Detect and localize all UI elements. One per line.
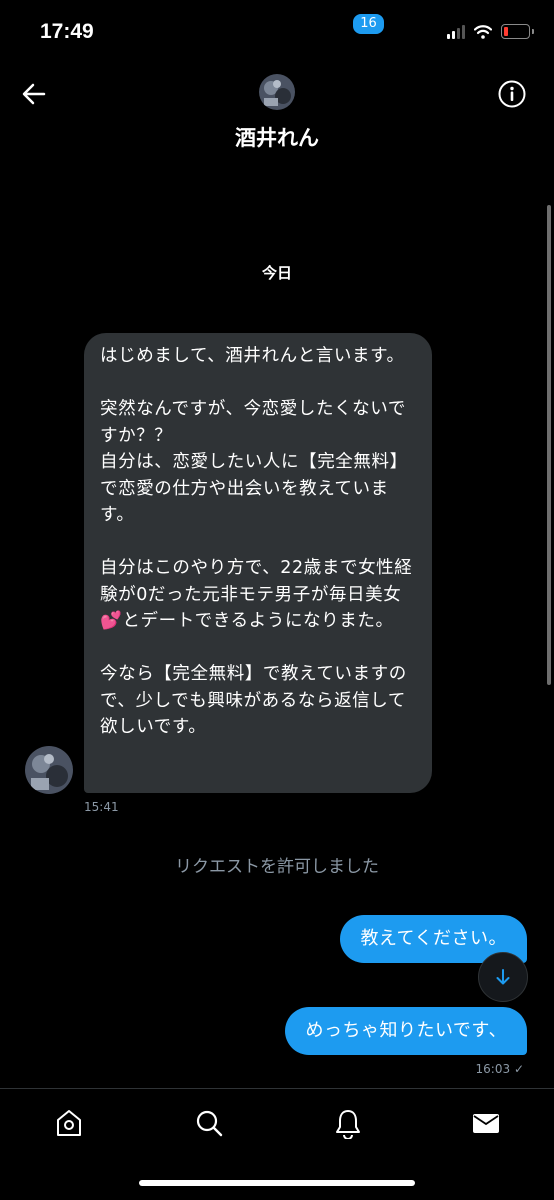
- message-paragraph: 突然なんですが、今恋愛したくないですか？？ 自分は、恋愛したい人に【完全無料】で…: [100, 396, 418, 529]
- home-icon: [57, 1110, 81, 1136]
- tab-home[interactable]: [53, 1107, 85, 1139]
- back-button[interactable]: [18, 78, 50, 110]
- mail-icon: [473, 1114, 499, 1133]
- arrow-left-icon: [22, 83, 46, 105]
- wifi-icon: [474, 24, 492, 39]
- info-icon: [498, 80, 526, 108]
- scroll-to-bottom-button[interactable]: [478, 952, 528, 1002]
- search-icon: [196, 1110, 223, 1137]
- heart-emoji: 💕: [100, 611, 123, 631]
- header-avatar[interactable]: [259, 74, 295, 110]
- tab-search[interactable]: [193, 1107, 225, 1139]
- arrow-down-icon: [496, 969, 510, 985]
- status-time: 17:49: [40, 20, 94, 43]
- contact-name[interactable]: 酒井れん: [0, 122, 554, 152]
- outgoing-message-bubble[interactable]: めっちゃ知りたいです、: [285, 1007, 527, 1055]
- bell-icon: [336, 1110, 360, 1140]
- info-button[interactable]: [498, 80, 526, 108]
- message-paragraph: はじめまして、酒井れんと言います。: [100, 346, 405, 366]
- tab-notifications[interactable]: [332, 1107, 364, 1140]
- message-paragraph: 今なら【完全無料】で教えていますので、少しでも興味があるなら返信して欲しいです。: [100, 664, 407, 737]
- date-separator: 今日: [261, 264, 292, 282]
- incoming-message-bubble[interactable]: はじめまして、酒井れんと言います。 突然なんですが、今恋愛したくないですか？？ …: [84, 333, 432, 793]
- home-indicator[interactable]: [139, 1180, 415, 1186]
- message-time-text: 16:03: [475, 1062, 511, 1076]
- message-text-line: 突然なんですが、今恋愛したくないですか？？ 自分は、恋愛したい人に【完全無料】で…: [100, 399, 408, 525]
- sender-avatar[interactable]: [25, 746, 73, 794]
- message-text: とデートできるようになりまた。: [122, 611, 394, 631]
- message-paragraph: 自分はこのやり方で、22歳まで女性経験が0だった元非モテ男子が毎日美女 💕とデート…: [100, 555, 418, 635]
- incoming-message-time: 15:41: [84, 800, 119, 814]
- status-icons: [447, 24, 534, 39]
- request-accepted-note: リクエストを許可しました: [175, 857, 379, 877]
- conversation-header: 酒井れん: [0, 64, 554, 164]
- battery-level: [504, 27, 508, 36]
- sent-check-icon: ✓: [513, 1062, 524, 1076]
- notifications-badge: 16: [351, 12, 386, 36]
- battery-icon: [501, 24, 534, 39]
- signal-icon: [447, 24, 465, 39]
- message-text: 自分はこのやり方で、22歳まで女性経験が0だった元非モテ男子が毎日美女: [100, 558, 413, 605]
- status-bar: 17:49: [0, 0, 554, 64]
- tab-messages[interactable]: [470, 1107, 502, 1139]
- outgoing-message-time: 16:03 ✓: [476, 1062, 524, 1076]
